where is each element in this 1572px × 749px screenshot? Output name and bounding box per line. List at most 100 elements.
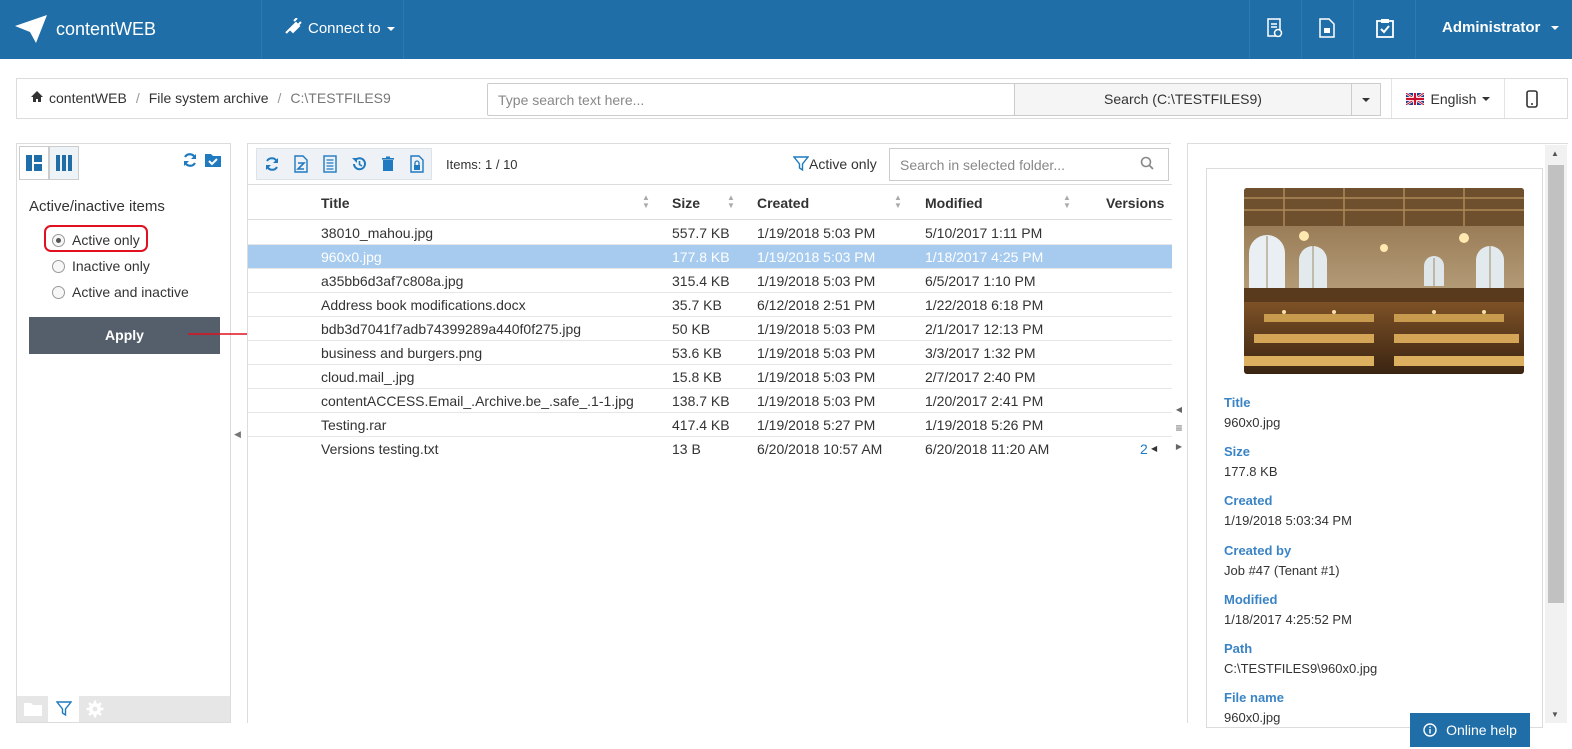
table-row[interactable]: business and burgers.png 53.6 KB 1/19/20… <box>248 341 1172 365</box>
detail-label: Created by <box>1224 543 1292 558</box>
cell-modified: 1/22/2018 6:18 PM <box>925 297 1044 313</box>
details-scrollbar[interactable]: ▲ ▼ <box>1545 145 1567 723</box>
folder-check-icon[interactable] <box>204 152 222 171</box>
items-count: Items: 1 / 10 <box>446 157 518 172</box>
table-row[interactable]: Address book modifications.docx 35.7 KB … <box>248 293 1172 317</box>
document-icon[interactable] <box>1316 16 1338 40</box>
table-row-selected[interactable]: 960x0.jpg 177.8 KB 1/19/2018 5:03 PM 1/1… <box>248 245 1172 269</box>
table-row[interactable]: Testing.rar 417.4 KB 1/19/2018 5:27 PM 1… <box>248 413 1172 437</box>
locked-file-icon <box>409 155 424 173</box>
table-row[interactable]: cloud.mail_.jpg 15.8 KB 1/19/2018 5:03 P… <box>248 365 1172 389</box>
radio-inactive-only[interactable]: Inactive only <box>52 258 150 274</box>
nav-divider <box>403 0 404 59</box>
tab-filter[interactable] <box>48 696 79 722</box>
language-selector[interactable]: English <box>1391 79 1505 118</box>
table-row[interactable]: bdb3d7041f7adb74399289a440f0f275.jpg 50 … <box>248 317 1172 341</box>
search-button[interactable]: Search (C:\TESTFILES9) <box>1014 83 1352 116</box>
breadcrumb-home[interactable]: contentWEB <box>49 90 127 106</box>
nav-divider <box>1353 0 1354 59</box>
properties-button[interactable] <box>315 149 344 179</box>
active-only-filter-indicator[interactable]: Active only <box>793 156 877 172</box>
nav-divider <box>261 0 262 59</box>
cell-size: 50 KB <box>672 321 711 337</box>
collapse-left-icon[interactable]: ◀ <box>1174 405 1184 414</box>
detail-value: 1/19/2018 5:03:34 PM <box>1224 513 1352 528</box>
radio-label: Inactive only <box>72 258 150 274</box>
cell-title: contentACCESS.Email_.Archive.be_.safe_.1… <box>321 393 634 409</box>
zip-download-button[interactable] <box>286 149 315 179</box>
panel-splitter[interactable]: ◀ ≡ ▶ <box>1174 405 1184 461</box>
collapse-right-icon[interactable]: ▶ <box>1174 442 1184 451</box>
cell-title: bdb3d7041f7adb74399289a440f0f275.jpg <box>321 321 582 337</box>
column-header-created[interactable]: Created <box>757 195 809 211</box>
cell-modified: 1/18/2017 4:25 PM <box>925 249 1044 265</box>
collapse-left-icon[interactable]: ◀ <box>234 429 241 440</box>
radio-active-and-inactive[interactable]: Active and inactive <box>52 284 189 300</box>
mobile-view-icon[interactable] <box>1523 89 1541 109</box>
scrollbar-thumb[interactable] <box>1548 165 1564 603</box>
cell-modified: 6/5/2017 1:10 PM <box>925 273 1036 289</box>
search-options-dropdown[interactable] <box>1351 83 1381 116</box>
radio-button[interactable] <box>52 259 65 273</box>
breadcrumb-section[interactable]: File system archive <box>149 90 269 106</box>
scroll-up-icon[interactable]: ▲ <box>1551 149 1559 158</box>
column-header-versions[interactable]: Versions <box>1106 195 1164 211</box>
tab-settings[interactable] <box>79 696 110 722</box>
radio-button[interactable] <box>52 285 65 299</box>
lock-button[interactable] <box>402 149 431 179</box>
plug-icon <box>284 17 302 39</box>
breadcrumb-separator: / <box>277 90 282 106</box>
cell-title: Address book modifications.docx <box>321 297 526 313</box>
radio-button[interactable] <box>52 233 65 247</box>
column-header-size[interactable]: Size <box>672 195 700 211</box>
table-row[interactable]: contentACCESS.Email_.Archive.be_.safe_.1… <box>248 389 1172 413</box>
refresh-icon[interactable] <box>182 152 198 171</box>
column-header-title[interactable]: Title <box>321 195 350 211</box>
radio-active-only[interactable]: Active only <box>52 232 140 248</box>
versions-link[interactable]: 2 <box>1140 441 1148 457</box>
columns-view-button[interactable] <box>49 146 79 180</box>
restore-button[interactable] <box>344 149 373 179</box>
expand-versions-icon[interactable]: ◀ <box>1151 444 1157 453</box>
user-menu[interactable]: Administrator <box>1442 19 1559 36</box>
table-row[interactable]: a35bb6d3af7c808a.jpg 315.4 KB 1/19/2018 … <box>248 269 1172 293</box>
sort-icon[interactable]: ▲ ▼ <box>894 194 902 210</box>
home-icon <box>31 91 43 105</box>
online-help-button[interactable]: Online help <box>1410 713 1530 747</box>
search-input[interactable] <box>487 83 1015 116</box>
folder-search-input[interactable] <box>889 148 1169 181</box>
column-header-modified[interactable]: Modified <box>925 195 983 211</box>
sort-icon[interactable]: ▲ ▼ <box>642 194 650 210</box>
drag-handle-icon[interactable]: ≡ <box>1174 421 1184 435</box>
table-row[interactable]: Versions testing.txt 13 B 6/20/2018 10:5… <box>248 437 1172 461</box>
refresh-icon <box>265 157 278 171</box>
detail-value: 1/18/2017 4:25:52 PM <box>1224 612 1352 627</box>
tab-folders[interactable] <box>17 696 48 722</box>
details-card: Title 960x0.jpg Size 177.8 KB Created 1/… <box>1206 168 1543 728</box>
image-preview[interactable] <box>1244 188 1524 374</box>
sort-icon[interactable]: ▲ ▼ <box>727 194 735 210</box>
search-icon[interactable] <box>1140 156 1154 173</box>
tree-layout-icon <box>26 155 42 171</box>
filter-panel-tabs <box>17 696 230 722</box>
refresh-button[interactable] <box>257 149 286 179</box>
online-help-label: Online help <box>1446 722 1517 738</box>
cell-size: 53.6 KB <box>672 345 722 361</box>
connect-to-menu[interactable]: Connect to <box>284 17 395 39</box>
paper-plane-icon <box>15 15 47 43</box>
clipboard-check-icon[interactable] <box>1374 16 1396 40</box>
nav-divider <box>1415 0 1416 59</box>
info-icon <box>1423 723 1437 737</box>
sort-icon[interactable]: ▲ ▼ <box>1063 194 1071 210</box>
cell-modified: 1/20/2017 2:41 PM <box>925 393 1044 409</box>
report-icon[interactable] <box>1264 16 1286 40</box>
scroll-down-icon[interactable]: ▼ <box>1551 710 1559 719</box>
brand-logo[interactable]: contentWEB <box>14 12 156 46</box>
detail-label: Title <box>1224 395 1251 410</box>
tree-view-button[interactable] <box>19 146 49 180</box>
cell-created: 1/19/2018 5:03 PM <box>757 393 876 409</box>
table-row[interactable]: 38010_mahou.jpg 557.7 KB 1/19/2018 5:03 … <box>248 221 1172 245</box>
cell-modified: 3/3/2017 1:32 PM <box>925 345 1036 361</box>
delete-button[interactable] <box>373 149 402 179</box>
folder-icon <box>23 702 42 716</box>
